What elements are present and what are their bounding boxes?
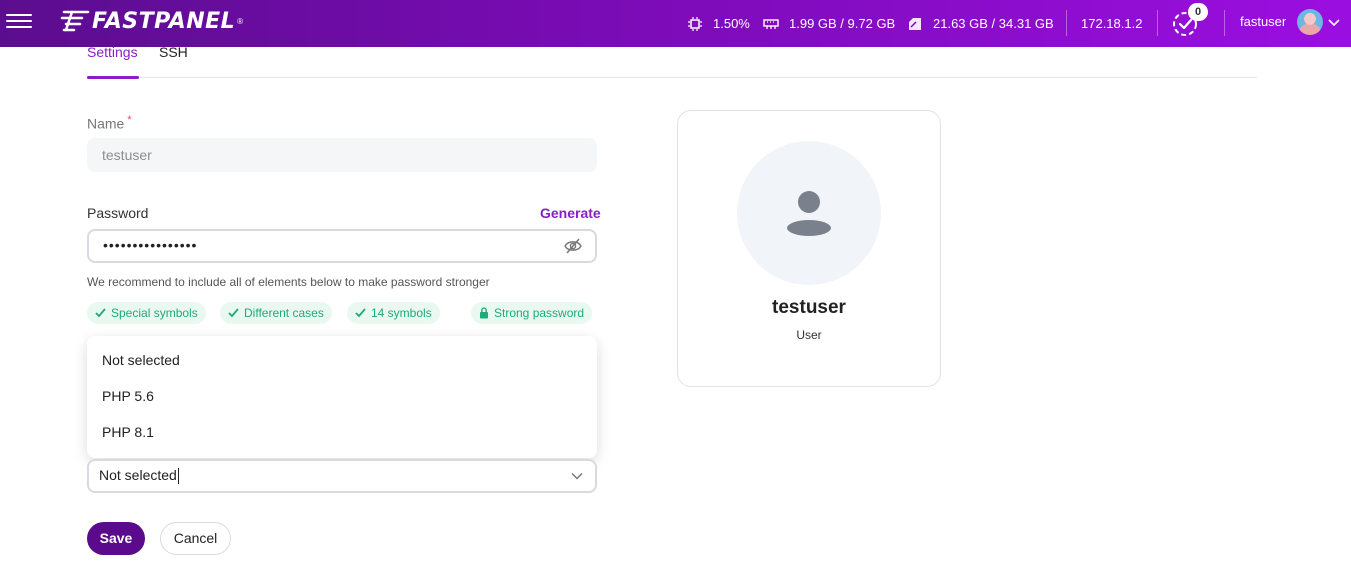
php-selected-value: Not selected xyxy=(99,467,177,483)
text-cursor xyxy=(177,468,179,485)
password-hint: We recommend to include all of elements … xyxy=(87,275,490,289)
name-field: testuser xyxy=(87,138,597,172)
generate-password-link[interactable]: Generate xyxy=(540,205,601,221)
logo-icon xyxy=(60,10,90,32)
cpu-stat: 1.50% xyxy=(687,0,750,47)
cpu-value: 1.50% xyxy=(713,16,750,31)
header-divider xyxy=(1157,10,1158,36)
tab-settings[interactable]: Settings xyxy=(87,44,138,60)
user-card-name: testuser xyxy=(772,297,846,318)
logo[interactable]: FASTPANEL ® xyxy=(60,8,243,34)
check-special-symbols: Special symbols xyxy=(87,302,206,324)
chevron-down-icon[interactable] xyxy=(570,470,584,482)
php-option-not-selected[interactable]: Not selected xyxy=(102,352,180,368)
disk-stat: 21.63 GB / 34.31 GB xyxy=(907,0,1054,47)
disk-value: 21.63 GB / 34.31 GB xyxy=(933,16,1054,31)
user-card-role: User xyxy=(796,328,822,342)
check-14-symbols: 14 symbols xyxy=(347,302,440,324)
check-label: Special symbols xyxy=(111,306,198,320)
password-field[interactable]: •••••••••••••••• xyxy=(87,229,597,263)
name-label: Name * xyxy=(87,114,132,132)
menu-icon[interactable] xyxy=(6,10,32,36)
cpu-icon xyxy=(688,16,702,31)
chevron-down-icon[interactable] xyxy=(1328,16,1340,28)
check-label: 14 symbols xyxy=(371,306,432,320)
check-icon xyxy=(228,308,239,318)
memory-stat: 1.99 GB / 9.72 GB xyxy=(763,0,895,47)
check-label: Strong password xyxy=(494,306,585,320)
name-label-text: Name xyxy=(87,115,125,132)
check-icon xyxy=(355,308,366,318)
memory-icon xyxy=(763,18,779,29)
password-label: Password xyxy=(87,205,149,221)
disk-icon xyxy=(909,17,921,30)
php-version-dropdown: Not selected PHP 5.6 PHP 8.1 xyxy=(87,336,597,458)
php-version-select[interactable]: Not selected xyxy=(87,459,597,493)
check-icon xyxy=(95,308,106,318)
user-icon xyxy=(787,191,831,236)
logo-text: FASTPANEL xyxy=(92,8,236,34)
save-button[interactable]: Save xyxy=(87,522,145,555)
user-avatar[interactable] xyxy=(1297,9,1323,35)
top-bar: FASTPANEL ® 1.50% 1.99 GB / 9.72 GB 21.6… xyxy=(0,0,1351,47)
php-option-8-1[interactable]: PHP 8.1 xyxy=(102,424,154,440)
check-strong-password: Strong password xyxy=(471,302,593,324)
header-divider xyxy=(1066,10,1067,36)
ip-address: 172.18.1.2 xyxy=(1081,0,1142,47)
ip-value: 172.18.1.2 xyxy=(1081,16,1143,31)
eye-off-icon[interactable] xyxy=(564,237,582,255)
header-username[interactable]: fastuser xyxy=(1240,0,1286,47)
check-different-cases: Different cases xyxy=(220,302,332,324)
tabs: Settings SSH xyxy=(87,44,1257,79)
required-mark: * xyxy=(127,114,132,126)
logo-registered-mark: ® xyxy=(237,16,244,26)
memory-value: 1.99 GB / 9.72 GB xyxy=(789,16,896,31)
lock-icon xyxy=(480,307,488,319)
check-label: Different cases xyxy=(244,306,324,320)
tasks-count-badge: 0 xyxy=(1188,3,1208,21)
php-option-5-6[interactable]: PHP 5.6 xyxy=(102,388,154,404)
tab-ssh[interactable]: SSH xyxy=(159,44,188,60)
cancel-button[interactable]: Cancel xyxy=(160,522,231,555)
active-tab-indicator xyxy=(87,76,139,79)
header-divider xyxy=(1224,10,1225,36)
